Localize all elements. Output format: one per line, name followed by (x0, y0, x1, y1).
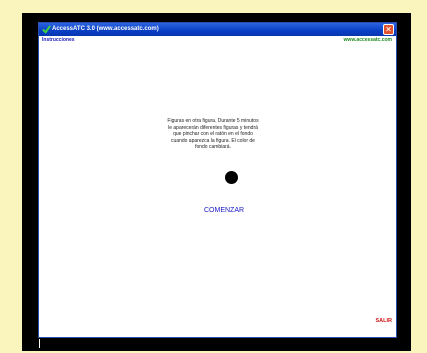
start-button[interactable]: COMENZAR (204, 207, 244, 214)
green-check-icon (42, 25, 51, 34)
close-icon: ✕ (385, 25, 392, 34)
target-figure (225, 171, 238, 184)
title-bar[interactable]: AccessATC 3.0 (www.accessatc.com) ✕ (39, 23, 396, 36)
instructions-text: Figuras en otra figura. Durante 5 minuto… (167, 118, 259, 150)
exit-button[interactable]: SALIR (376, 318, 393, 324)
close-button[interactable]: ✕ (383, 24, 394, 35)
app-window: AccessATC 3.0 (www.accessatc.com) ✕ Inst… (38, 22, 397, 338)
instructions-link[interactable]: Instrucciones (42, 37, 75, 43)
window-title: AccessATC 3.0 (www.accessatc.com) (52, 26, 159, 32)
text-cursor (39, 339, 40, 348)
website-link[interactable]: www.accessatc.com (344, 37, 392, 43)
